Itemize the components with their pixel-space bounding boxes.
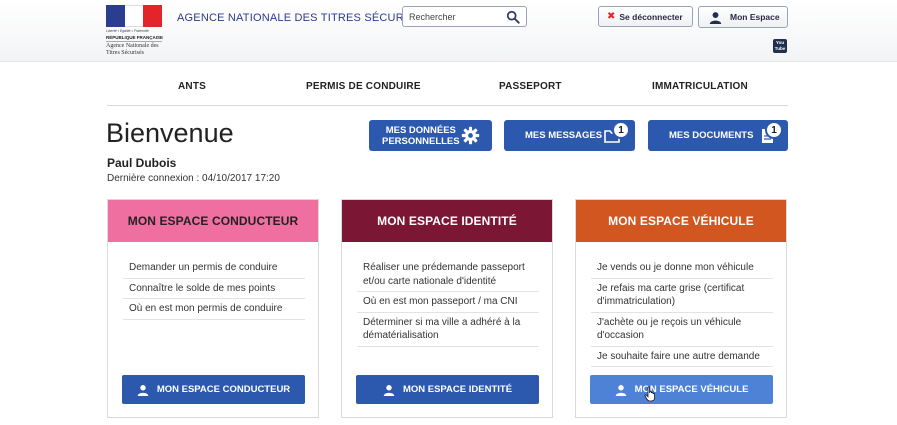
logout-label: Se déconnecter bbox=[619, 11, 683, 22]
card-vehicle-links: Je vends ou je donne mon véhicule Je ref… bbox=[591, 258, 773, 367]
hand-cursor-icon bbox=[644, 386, 655, 402]
user-icon bbox=[383, 384, 395, 396]
card-identity-title: MON ESPACE IDENTITÉ bbox=[342, 200, 552, 242]
card-driver: MON ESPACE CONDUCTEUR Demander un permis… bbox=[107, 199, 319, 418]
list-item[interactable]: J'achète ou je reçois un véhicule d'occa… bbox=[591, 313, 773, 347]
page-title: Bienvenue bbox=[106, 118, 234, 148]
youtube-icon[interactable]: You Tube bbox=[773, 39, 787, 53]
documents-count-badge: 1 bbox=[765, 121, 783, 139]
ants-logo[interactable]: Liberté • Égalité • Fraternité RÉPUBLIQU… bbox=[106, 5, 164, 59]
card-identity-links: Réaliser une prédemande passeport et/ou … bbox=[357, 258, 539, 347]
identity-space-button[interactable]: MON ESPACE IDENTITÉ bbox=[356, 375, 539, 404]
site-header: Liberté • Égalité • Fraternité RÉPUBLIQU… bbox=[0, 0, 897, 62]
messages-count-badge: 1 bbox=[612, 121, 630, 139]
personal-data-button[interactable]: MES DONNÉES PERSONNELLES bbox=[369, 120, 492, 151]
list-item[interactable]: Connaître le solde de mes points bbox=[123, 279, 305, 299]
main-nav: ANTS PERMIS DE CONDUIRE PASSEPORT IMMATR… bbox=[107, 64, 788, 106]
list-item[interactable]: Où en est mon passeport / ma CNI bbox=[357, 292, 539, 313]
logo-divider bbox=[106, 41, 162, 42]
list-item[interactable]: Déterminer si ma ville a adhéré à la dém… bbox=[357, 313, 539, 347]
nav-item-ants[interactable]: ANTS bbox=[178, 81, 206, 92]
logout-button[interactable]: ✖ Se déconnecter bbox=[598, 6, 693, 27]
messages-button[interactable]: MES MESSAGES 1 bbox=[504, 120, 635, 151]
card-driver-title: MON ESPACE CONDUCTEUR bbox=[108, 200, 318, 242]
search-input[interactable] bbox=[409, 9, 501, 24]
list-item[interactable]: Demander un permis de conduire bbox=[123, 258, 305, 279]
list-item[interactable]: Je souhaite faire une autre demande bbox=[591, 347, 773, 367]
card-vehicle: MON ESPACE VÉHICULE Je vends ou je donne… bbox=[575, 199, 787, 418]
logo-agency-text: Agence Nationale des Titres Sécurisés bbox=[106, 43, 159, 56]
driver-space-button[interactable]: MON ESPACE CONDUCTEUR bbox=[122, 375, 305, 404]
nav-item-passeport[interactable]: PASSEPORT bbox=[499, 81, 562, 92]
agency-name: AGENCE NATIONALE DES TITRES SÉCURISÉS bbox=[177, 12, 430, 24]
search-icon[interactable] bbox=[506, 10, 520, 24]
card-vehicle-title: MON ESPACE VÉHICULE bbox=[576, 200, 786, 242]
list-item[interactable]: Je vends ou je donne mon véhicule bbox=[591, 258, 773, 279]
my-space-label: Mon Espace bbox=[730, 12, 780, 22]
list-item[interactable]: Réaliser une prédemande passeport et/ou … bbox=[357, 258, 539, 292]
french-flag-icon bbox=[106, 5, 163, 27]
nav-item-permis[interactable]: PERMIS DE CONDUIRE bbox=[306, 81, 421, 92]
republic-label: RÉPUBLIQUE FRANÇAISE bbox=[106, 35, 164, 40]
my-space-button[interactable]: Mon Espace bbox=[698, 6, 788, 28]
list-item[interactable]: Où en est mon permis de conduire bbox=[123, 299, 305, 320]
list-item[interactable]: Je refais ma carte grise (certificat d'i… bbox=[591, 279, 773, 313]
last-login: Dernière connexion : 04/10/2017 17:20 bbox=[107, 173, 280, 184]
close-icon: ✖ bbox=[607, 11, 616, 22]
user-icon bbox=[137, 384, 149, 396]
user-icon bbox=[709, 11, 722, 24]
gear-icon bbox=[461, 126, 480, 145]
user-icon bbox=[615, 384, 626, 396]
card-identity: MON ESPACE IDENTITÉ Réaliser une prédema… bbox=[341, 199, 553, 418]
search-box bbox=[402, 6, 527, 27]
republic-motto: Liberté • Égalité • Fraternité bbox=[106, 29, 149, 33]
nav-item-immatriculation[interactable]: IMMATRICULATION bbox=[652, 81, 748, 92]
user-name: Paul Dubois bbox=[107, 156, 177, 170]
vehicle-space-button[interactable]: MON ESPACE VÉHICULE bbox=[590, 375, 773, 404]
documents-button[interactable]: MES DOCUMENTS 1 bbox=[648, 120, 788, 151]
card-driver-links: Demander un permis de conduire Connaître… bbox=[123, 258, 305, 320]
